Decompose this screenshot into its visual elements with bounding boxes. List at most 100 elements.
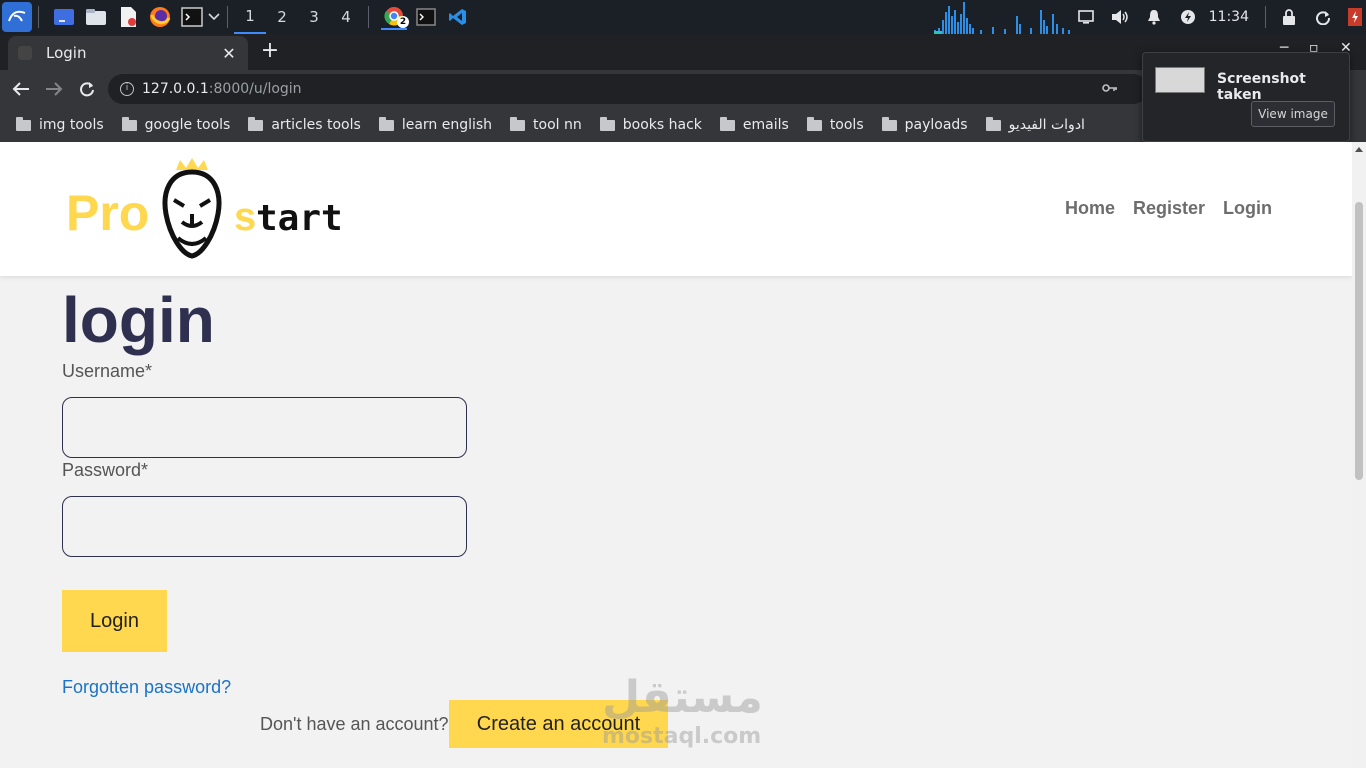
firefox-icon[interactable]	[147, 4, 173, 30]
bookmark-folder[interactable]: payloads	[881, 116, 968, 133]
tab-title: Login	[46, 44, 87, 62]
screenshot-thumbnail[interactable]	[1155, 67, 1205, 93]
logo-graphic: Pro s tart	[66, 158, 343, 259]
taskbar: 1 2 3 4 2 11:34	[0, 0, 1366, 34]
terminal-window-icon[interactable]	[413, 4, 439, 30]
create-account-button[interactable]: Create an account	[449, 700, 668, 748]
forward-button[interactable]	[42, 77, 66, 101]
url-host: 127.0.0.1	[142, 81, 209, 97]
web-page: Pro s tart Home Register Login login Use…	[0, 142, 1352, 768]
bookmark-folder[interactable]: learn english	[378, 116, 493, 133]
bookmark-label: ادوات الفيديو	[1008, 117, 1085, 133]
network-graph	[934, 2, 1070, 34]
scrollbar-thumb[interactable]	[1355, 202, 1363, 480]
folder-icon	[16, 116, 31, 131]
workspace-3[interactable]: 3	[298, 0, 330, 34]
tab-favicon-icon	[18, 46, 32, 60]
bookmark-label: books hack	[622, 117, 702, 133]
tab-login[interactable]: Login ✕	[8, 36, 248, 70]
display-icon[interactable]	[1077, 8, 1095, 26]
taskbar-separator	[1265, 6, 1266, 28]
key-icon[interactable]	[1102, 81, 1118, 97]
lock-icon[interactable]	[1280, 8, 1298, 26]
workspace-2[interactable]: 2	[266, 0, 298, 34]
site-logo[interactable]: Pro s tart	[66, 158, 346, 262]
bookmark-folder[interactable]: ادوات الفيديو	[985, 116, 1085, 133]
bookmark-label: payloads	[904, 117, 968, 133]
chrome-icon[interactable]: 2	[381, 4, 409, 30]
view-image-button[interactable]: View image	[1251, 101, 1335, 127]
back-button[interactable]	[9, 77, 33, 101]
screenshot-notification[interactable]: Screenshot taken View image	[1142, 52, 1350, 142]
restart-icon[interactable]	[1314, 8, 1332, 26]
address-bar[interactable]: i 127.0.0.1:8000/u/login	[108, 74, 1148, 104]
bookmark-folder[interactable]: tool nn	[510, 116, 582, 133]
notification-title: Screenshot taken	[1217, 71, 1306, 103]
folder-icon	[985, 116, 1001, 131]
folder-icon	[881, 116, 897, 131]
password-input[interactable]	[62, 496, 467, 557]
logout-icon[interactable]	[1348, 8, 1362, 26]
kali-menu-icon[interactable]	[2, 2, 32, 32]
nav-home-link[interactable]: Home	[1065, 198, 1115, 219]
bookmark-label: img tools	[39, 117, 104, 133]
site-header: Pro s tart Home Register Login	[0, 142, 1352, 276]
workspace-1[interactable]: 1	[234, 0, 266, 34]
svg-text:s: s	[234, 195, 256, 239]
nav-login-link[interactable]: Login	[1223, 198, 1272, 219]
folder-icon	[510, 116, 526, 131]
chrome-badge: 2	[397, 16, 409, 28]
bookmark-label: articles tools	[271, 117, 361, 133]
bookmark-folder[interactable]: tools	[806, 116, 864, 133]
power-icon[interactable]	[1179, 8, 1197, 26]
bookmark-label: learn english	[401, 117, 493, 133]
folder-icon	[248, 116, 264, 131]
volume-icon[interactable]	[1111, 8, 1129, 26]
taskbar-separator	[368, 6, 369, 28]
vscode-icon[interactable]	[445, 4, 471, 30]
bookmark-folder[interactable]: emails	[719, 116, 789, 133]
no-account-text: Don't have an account?	[260, 714, 449, 734]
folder-icon	[599, 116, 615, 131]
desktop-icon[interactable]	[51, 4, 77, 30]
folder-icon	[121, 116, 137, 131]
site-nav: Home Register Login	[1047, 198, 1272, 219]
folder-icon	[378, 116, 394, 131]
svg-text:tart: tart	[256, 198, 343, 239]
username-input[interactable]	[62, 397, 467, 458]
folder-icon	[719, 116, 735, 131]
bookmark-folder[interactable]: img tools	[16, 116, 104, 133]
new-tab-button[interactable]: +	[258, 40, 282, 64]
svg-text:Pro: Pro	[66, 185, 149, 241]
bookmark-folder[interactable]: articles tools	[248, 116, 361, 133]
clock[interactable]: 11:34	[1209, 9, 1249, 25]
bookmark-label: emails	[742, 117, 789, 133]
login-button[interactable]: Login	[62, 590, 167, 652]
tab-close-icon[interactable]: ✕	[220, 44, 238, 63]
file-manager-icon[interactable]	[83, 4, 109, 30]
bookmark-label: tools	[829, 117, 864, 133]
bookmark-folder[interactable]: books hack	[599, 116, 702, 133]
bookmark-label: tool nn	[533, 117, 582, 133]
taskbar-separator	[38, 6, 39, 28]
scroll-up-icon[interactable]	[1355, 147, 1363, 152]
workspace-4[interactable]: 4	[330, 0, 362, 34]
text-editor-icon[interactable]	[115, 4, 141, 30]
nav-register-link[interactable]: Register	[1133, 198, 1205, 219]
folder-icon	[806, 116, 822, 131]
terminal-icon[interactable]	[179, 4, 205, 30]
page-scrollbar[interactable]	[1352, 142, 1366, 768]
taskbar-separator	[227, 6, 228, 28]
site-info-icon[interactable]: i	[120, 82, 134, 96]
url-path: :8000/u/login	[208, 81, 302, 97]
username-label: Username*	[62, 361, 153, 381]
bookmark-label: google tools	[144, 117, 231, 133]
password-label: Password*	[62, 460, 149, 480]
forgot-password-link[interactable]: Forgotten password?	[62, 677, 231, 698]
bell-icon[interactable]	[1145, 8, 1163, 26]
page-title: login	[62, 284, 215, 356]
chevron-down-icon[interactable]	[207, 4, 221, 30]
system-tray: 11:34	[1069, 0, 1366, 34]
bookmark-folder[interactable]: google tools	[121, 116, 231, 133]
reload-button[interactable]	[75, 77, 99, 101]
